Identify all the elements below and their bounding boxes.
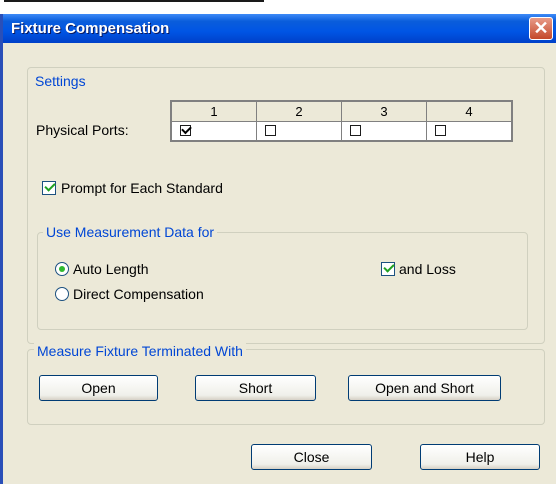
port-cell-1 xyxy=(170,121,257,142)
port-1-checkbox[interactable] xyxy=(180,125,191,136)
port-header-3: 3 xyxy=(341,100,427,122)
and-loss-checkbox[interactable] xyxy=(381,262,395,276)
and-loss-label[interactable]: and Loss xyxy=(399,261,456,277)
measure-fixture-group-label: Measure Fixture Terminated With xyxy=(34,343,246,359)
port-header-4: 4 xyxy=(426,100,513,122)
port-header-1: 1 xyxy=(170,100,257,122)
measurement-data-group-label: Use Measurement Data for xyxy=(43,224,218,240)
close-button[interactable]: Close xyxy=(251,444,372,470)
dialog-title: Fixture Compensation xyxy=(11,20,170,37)
direct-compensation-radio[interactable] xyxy=(55,287,69,301)
open-button[interactable]: Open xyxy=(39,375,158,401)
port-header-2: 2 xyxy=(256,100,342,122)
fixture-compensation-dialog: Fixture Compensation ✕ Settings Physical… xyxy=(3,14,556,484)
prompt-each-standard-label[interactable]: Prompt for Each Standard xyxy=(61,180,223,196)
physical-ports-label: Physical Ports: xyxy=(36,122,129,138)
auto-length-radio[interactable] xyxy=(55,262,69,276)
title-bar[interactable]: Fixture Compensation ✕ xyxy=(3,14,556,43)
port-cell-2 xyxy=(256,121,342,142)
settings-group-label: Settings xyxy=(32,73,89,89)
help-button[interactable]: Help xyxy=(420,444,540,470)
port-4-checkbox[interactable] xyxy=(435,125,446,136)
direct-compensation-label[interactable]: Direct Compensation xyxy=(73,286,204,302)
physical-ports-table: 1 2 3 4 xyxy=(170,100,513,142)
short-button[interactable]: Short xyxy=(195,375,316,401)
open-and-short-button[interactable]: Open and Short xyxy=(348,375,501,401)
port-2-checkbox[interactable] xyxy=(265,125,276,136)
close-icon: ✕ xyxy=(533,18,549,38)
port-3-checkbox[interactable] xyxy=(350,125,361,136)
measurement-data-group xyxy=(37,232,528,330)
background-strip xyxy=(0,0,556,14)
port-cell-3 xyxy=(341,121,427,142)
port-cell-4 xyxy=(426,121,513,142)
prompt-each-standard-checkbox[interactable] xyxy=(42,181,56,195)
close-window-button[interactable]: ✕ xyxy=(529,17,553,40)
auto-length-label[interactable]: Auto Length xyxy=(73,261,149,277)
background-edge xyxy=(4,0,264,2)
